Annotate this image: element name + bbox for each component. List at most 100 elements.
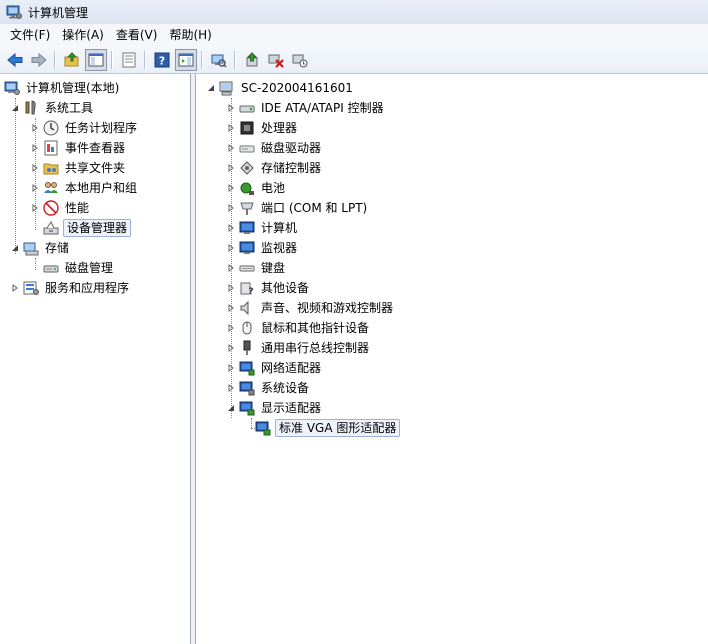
tree-node-services-applications[interactable]: 服务和应用程序: [10, 279, 131, 297]
collapsed-arrow-icon[interactable]: [226, 184, 235, 193]
properties-icon: [122, 52, 136, 67]
collapsed-arrow-icon[interactable]: [226, 244, 235, 253]
tree-label-selected: 设备管理器: [63, 219, 132, 237]
users-icon: [43, 180, 59, 196]
collapsed-arrow-icon[interactable]: [30, 164, 39, 173]
device-category-usb[interactable]: 通用串行总线控制器: [226, 339, 371, 357]
tree-label: 声音、视频和游戏控制器: [261, 301, 394, 315]
uninstall-device-icon: [292, 54, 308, 67]
back-button[interactable]: [4, 49, 26, 71]
disable-device-button[interactable]: [265, 49, 287, 71]
tree-label: 显示适配器: [261, 401, 322, 415]
tree-node-shared-folders[interactable]: 共享文件夹: [30, 159, 127, 177]
tree-label: 存储: [45, 241, 70, 255]
collapsed-arrow-icon[interactable]: [226, 104, 235, 113]
forward-icon: [31, 52, 47, 67]
tree-label: 任务计划程序: [65, 121, 138, 135]
collapsed-arrow-icon[interactable]: [30, 144, 39, 153]
disk-drive-icon: [43, 260, 59, 276]
tree-node-performance[interactable]: 性能: [30, 199, 91, 217]
device-category-mice[interactable]: 鼠标和其他指针设备: [226, 319, 371, 337]
collapsed-arrow-icon[interactable]: [226, 284, 235, 293]
menu-help[interactable]: 帮助(H): [163, 25, 217, 45]
device-category-ports[interactable]: 端口 (COM 和 LPT): [226, 199, 369, 217]
toolbar-separator: [111, 50, 112, 69]
tree-label: 系统设备: [261, 381, 310, 395]
expanded-arrow-icon[interactable]: [10, 244, 19, 253]
collapsed-arrow-icon[interactable]: [30, 124, 39, 133]
tree-node-computer[interactable]: SC-202004161601: [206, 79, 355, 97]
tree-node-computer-management-local[interactable]: 计算机管理(本地): [4, 79, 121, 97]
device-category-monitors[interactable]: 监视器: [226, 239, 299, 257]
storage-controller-icon: [239, 160, 255, 176]
shared-folder-icon: [43, 160, 59, 176]
device-category-display-adapters[interactable]: 显示适配器: [226, 399, 323, 417]
device-category-storage-controllers[interactable]: 存储控制器: [226, 159, 323, 177]
tree-node-system-tools[interactable]: 系统工具: [10, 99, 95, 117]
clock-icon: [43, 120, 59, 136]
collapsed-arrow-icon[interactable]: [226, 224, 235, 233]
device-category-system-devices[interactable]: 系统设备: [226, 379, 311, 397]
tree-node-task-scheduler[interactable]: 任务计划程序: [30, 119, 139, 137]
display-adapter-icon: [239, 400, 255, 416]
device-category-sound[interactable]: 声音、视频和游戏控制器: [226, 299, 395, 317]
collapsed-arrow-icon[interactable]: [226, 364, 235, 373]
expanded-arrow-icon[interactable]: [226, 404, 235, 413]
device-category-batteries[interactable]: 电池: [226, 179, 287, 197]
console-tree-pane[interactable]: 计算机管理(本地) 系统工具 任务计划程序 事件查看器 共享文件夹 本地用户和组…: [0, 74, 191, 644]
show-hide-tree-icon: [88, 53, 104, 66]
collapsed-arrow-icon[interactable]: [226, 264, 235, 273]
device-category-disk-drives[interactable]: 磁盘驱动器: [226, 139, 323, 157]
properties-button[interactable]: [118, 49, 140, 71]
collapsed-arrow-icon[interactable]: [226, 124, 235, 133]
menu-action[interactable]: 操作(A): [56, 25, 110, 45]
tree-label: 端口 (COM 和 LPT): [261, 201, 368, 215]
show-hide-tree-button[interactable]: [85, 48, 107, 71]
scan-hardware-icon: [211, 54, 227, 68]
tree-label: 磁盘驱动器: [261, 141, 322, 155]
collapsed-arrow-icon[interactable]: [30, 184, 39, 193]
collapsed-arrow-icon[interactable]: [226, 324, 235, 333]
collapsed-arrow-icon[interactable]: [226, 344, 235, 353]
tree-label: 监视器: [261, 241, 298, 255]
uninstall-device-button[interactable]: [289, 49, 311, 71]
event-log-icon: [43, 140, 59, 156]
tree-label: 处理器: [261, 121, 298, 135]
menu-view[interactable]: 查看(V): [110, 25, 164, 45]
device-tree-pane[interactable]: SC-202004161601 IDE ATA/ATAPI 控制器 处理器 磁盘…: [196, 74, 708, 644]
device-category-computer[interactable]: 计算机: [226, 219, 299, 237]
collapsed-arrow-icon[interactable]: [10, 284, 19, 293]
menu-file[interactable]: 文件(F): [4, 25, 56, 45]
tree-node-storage[interactable]: 存储: [10, 239, 71, 257]
device-standard-vga-adapter[interactable]: 标准 VGA 图形适配器: [255, 419, 401, 437]
collapsed-arrow-icon[interactable]: [226, 304, 235, 313]
forward-button[interactable]: [28, 49, 50, 71]
collapsed-arrow-icon[interactable]: [226, 204, 235, 213]
collapsed-arrow-icon[interactable]: [226, 384, 235, 393]
update-driver-button[interactable]: [241, 49, 263, 71]
tree-node-local-users-groups[interactable]: 本地用户和组: [30, 179, 139, 197]
tree-node-disk-management[interactable]: 磁盘管理: [30, 259, 115, 277]
tree-label: 本地用户和组: [65, 181, 138, 195]
collapsed-arrow-icon[interactable]: [226, 164, 235, 173]
device-category-processors[interactable]: 处理器: [226, 119, 299, 137]
computer-management-app-icon: [6, 4, 22, 20]
device-category-network[interactable]: 网络适配器: [226, 359, 323, 377]
help-button[interactable]: ?: [151, 49, 173, 71]
tree-node-device-manager[interactable]: 设备管理器: [30, 219, 132, 237]
tree-node-event-viewer[interactable]: 事件查看器: [30, 139, 127, 157]
tree-label: 磁盘管理: [65, 261, 114, 275]
device-category-other-devices[interactable]: ? 其他设备: [226, 279, 311, 297]
collapsed-arrow-icon[interactable]: [226, 144, 235, 153]
battery-icon: [239, 180, 255, 196]
up-level-button[interactable]: [61, 49, 83, 71]
scan-hardware-button[interactable]: [208, 49, 230, 71]
device-category-ide[interactable]: IDE ATA/ATAPI 控制器: [226, 99, 386, 117]
collapsed-arrow-icon[interactable]: [30, 204, 39, 213]
show-action-pane-button[interactable]: [175, 48, 197, 71]
title-bar[interactable]: 计算机管理: [0, 0, 708, 25]
device-category-keyboards[interactable]: 键盘: [226, 259, 287, 277]
expanded-arrow-icon[interactable]: [206, 84, 215, 93]
expanded-arrow-icon[interactable]: [10, 104, 19, 113]
tree-label: 电池: [261, 181, 286, 195]
